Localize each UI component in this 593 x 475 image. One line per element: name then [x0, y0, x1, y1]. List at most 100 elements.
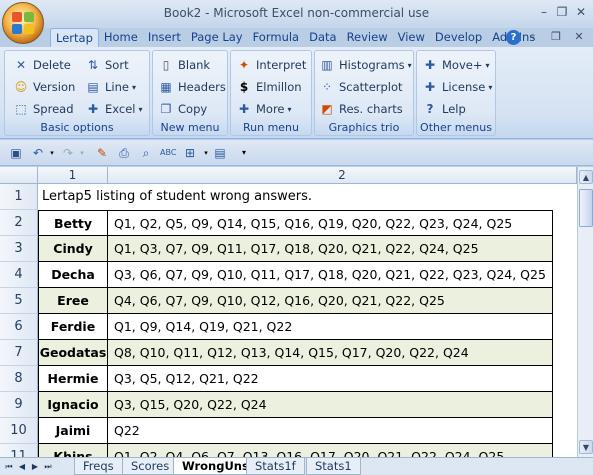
tab-developer[interactable]: Develop — [430, 28, 487, 48]
wrong-answers-cell[interactable]: Q22 — [108, 418, 553, 444]
student-name-cell[interactable]: Eree — [38, 288, 108, 314]
row-header[interactable]: 9 — [0, 392, 38, 418]
undo-dropdown-icon[interactable]: ▾ — [44, 145, 60, 161]
tab-insert[interactable]: Insert — [143, 28, 186, 48]
wrong-answers-cell[interactable]: Q3, Q6, Q7, Q9, Q10, Q11, Q17, Q18, Q20,… — [108, 262, 553, 288]
spread-button[interactable]: ⬚ Spread — [13, 100, 73, 118]
scroll-thumb[interactable] — [579, 189, 593, 227]
customize-qat-icon[interactable]: ▾ — [236, 145, 252, 161]
copy-button[interactable]: ❐ Copy — [158, 100, 208, 118]
sheet-tab-stats1f[interactable]: Stats1f — [246, 458, 305, 475]
column-header[interactable]: 2 — [108, 167, 577, 184]
redo-dropdown-icon[interactable]: ▾ — [74, 145, 90, 161]
delete-x-icon: ✕ — [15, 58, 27, 72]
group-label: Run menu — [242, 121, 299, 134]
wrong-answers-cell[interactable]: Q1, Q2, Q4, Q6, Q7, Q13, Q16, Q17, Q20, … — [108, 444, 553, 457]
res-charts-button[interactable]: ◩ Res. charts — [319, 100, 402, 118]
tab-view[interactable]: View — [393, 28, 430, 48]
row-header[interactable]: 3 — [0, 236, 38, 262]
scatterplot-icon: ⁘ — [321, 80, 333, 94]
sort-button[interactable]: ⇅ Sort — [85, 56, 129, 74]
student-name-cell[interactable]: Ferdie — [38, 314, 108, 340]
column-header[interactable]: 1 — [38, 167, 108, 184]
version-button[interactable]: ☺ Version — [13, 78, 76, 96]
borders-icon[interactable]: ⊞ — [182, 145, 198, 161]
more-dropdown[interactable]: ✚ More ▾ — [236, 100, 292, 118]
next-sheet-icon[interactable]: ▶ — [30, 460, 40, 473]
student-name-cell[interactable]: Khins — [38, 444, 108, 457]
first-sheet-icon[interactable]: ⏮ — [4, 460, 14, 473]
form-icon[interactable]: ▤ — [212, 145, 228, 161]
tab-formulas[interactable]: Formula — [248, 28, 305, 48]
excel-dropdown[interactable]: ✚ Excel ▾ — [85, 100, 143, 118]
wrong-answers-cell[interactable]: Q8, Q10, Q11, Q12, Q13, Q14, Q15, Q17, Q… — [108, 340, 553, 366]
ribbon-restore-icon[interactable]: ❐ — [549, 30, 563, 44]
headers-button[interactable]: ▦ Headers — [158, 78, 226, 96]
row-header[interactable]: 4 — [0, 262, 38, 288]
save-icon[interactable]: ▣ — [8, 145, 24, 161]
tab-review[interactable]: Review — [342, 28, 393, 48]
line-dropdown[interactable]: ▤ Line ▾ — [85, 78, 136, 96]
blank-button[interactable]: ▯ Blank — [158, 56, 210, 74]
row-header[interactable]: 1 — [0, 184, 38, 210]
scatterplot-button[interactable]: ⁘ Scatterplot — [319, 78, 403, 96]
restore-button[interactable]: ❐ — [554, 5, 570, 19]
wrong-answers-cell[interactable]: Q3, Q5, Q12, Q21, Q22 — [108, 366, 553, 392]
prev-sheet-icon[interactable]: ◀ — [17, 460, 27, 473]
scroll-up-icon[interactable]: ▲ — [579, 170, 593, 184]
row-header[interactable]: 11 — [0, 444, 38, 457]
print-preview-icon[interactable]: ⌕ — [138, 145, 154, 161]
wrong-answers-cell[interactable]: Q1, Q9, Q14, Q19, Q21, Q22 — [108, 314, 553, 340]
student-name-cell[interactable]: Ignacio — [38, 392, 108, 418]
office-button[interactable] — [2, 2, 44, 44]
smiley-icon: ☺ — [14, 80, 28, 94]
line-icon: ▤ — [87, 80, 99, 94]
worksheet-grid[interactable]: 1 2 1 Lertap5 listing of student wrong an… — [0, 167, 577, 457]
select-all-corner[interactable] — [0, 167, 38, 184]
plus-icon: ✚ — [238, 102, 250, 116]
wrong-answers-cell[interactable]: Q4, Q6, Q7, Q9, Q10, Q12, Q16, Q20, Q21,… — [108, 288, 553, 314]
sheet-title-cell[interactable]: Lertap5 listing of student wrong answers… — [38, 184, 577, 210]
histograms-dropdown[interactable]: ▥ Histograms ▾ — [319, 56, 411, 74]
delete-button[interactable]: ✕ Delete — [13, 56, 71, 74]
lelp-button[interactable]: ? Lelp — [422, 100, 466, 118]
sheet-tab-scores[interactable]: Scores — [122, 458, 179, 475]
close-button[interactable]: ✕ — [573, 5, 589, 19]
help-icon[interactable]: ? — [506, 30, 521, 45]
sheet-tab-stats1[interactable]: Stats1 — [306, 458, 361, 475]
wrong-answers-cell[interactable]: Q3, Q15, Q20, Q22, Q24 — [108, 392, 553, 418]
tab-data[interactable]: Data — [304, 28, 341, 48]
student-name-cell[interactable]: Decha — [38, 262, 108, 288]
last-sheet-icon[interactable]: ⏭ — [43, 460, 53, 473]
tab-page-layout[interactable]: Page Lay — [186, 28, 248, 48]
tab-lertap[interactable]: Lertap — [50, 28, 99, 48]
wrong-answers-cell[interactable]: Q1, Q3, Q7, Q9, Q11, Q17, Q18, Q20, Q21,… — [108, 236, 553, 262]
group-graphics-trio: ▥ Histograms ▾ ⁘ Scatterplot ◩ Res. charts G… — [314, 50, 414, 136]
student-name-cell[interactable]: Hermie — [38, 366, 108, 392]
minimize-button[interactable]: – — [536, 5, 552, 19]
row-header[interactable]: 6 — [0, 314, 38, 340]
student-name-cell[interactable]: Jaimi — [38, 418, 108, 444]
ribbon-close-icon[interactable]: ✕ — [572, 30, 586, 44]
print-icon[interactable]: ⎙ — [116, 145, 132, 161]
interpret-button[interactable]: ✦ Interpret — [236, 56, 306, 74]
student-name-cell[interactable]: Geodatas — [38, 340, 108, 366]
row-header[interactable]: 10 — [0, 418, 38, 444]
sheet-tab-freqs[interactable]: Freqs — [74, 458, 123, 475]
scroll-down-icon[interactable]: ▼ — [579, 440, 593, 454]
row-header[interactable]: 7 — [0, 340, 38, 366]
license-dropdown[interactable]: ✚ License ▾ — [422, 78, 492, 96]
row-header[interactable]: 2 — [0, 210, 38, 236]
elmillon-button[interactable]: $ Elmillon — [236, 78, 302, 96]
move-dropdown[interactable]: ✚ Move+ ▾ — [422, 56, 490, 74]
vertical-scrollbar[interactable]: ▲ ▼ — [577, 167, 593, 457]
student-name-cell[interactable]: Cindy — [38, 236, 108, 262]
row-header[interactable]: 5 — [0, 288, 38, 314]
tab-home[interactable]: Home — [99, 28, 143, 48]
wrong-answers-cell[interactable]: Q1, Q2, Q5, Q9, Q14, Q15, Q16, Q19, Q20,… — [108, 210, 553, 236]
format-painter-icon[interactable]: ✎ — [94, 145, 110, 161]
ribbon-minimize-icon[interactable]: – — [525, 30, 539, 44]
spelling-icon[interactable]: ABC — [160, 145, 176, 161]
row-header[interactable]: 8 — [0, 366, 38, 392]
student-name-cell[interactable]: Betty — [38, 210, 108, 236]
